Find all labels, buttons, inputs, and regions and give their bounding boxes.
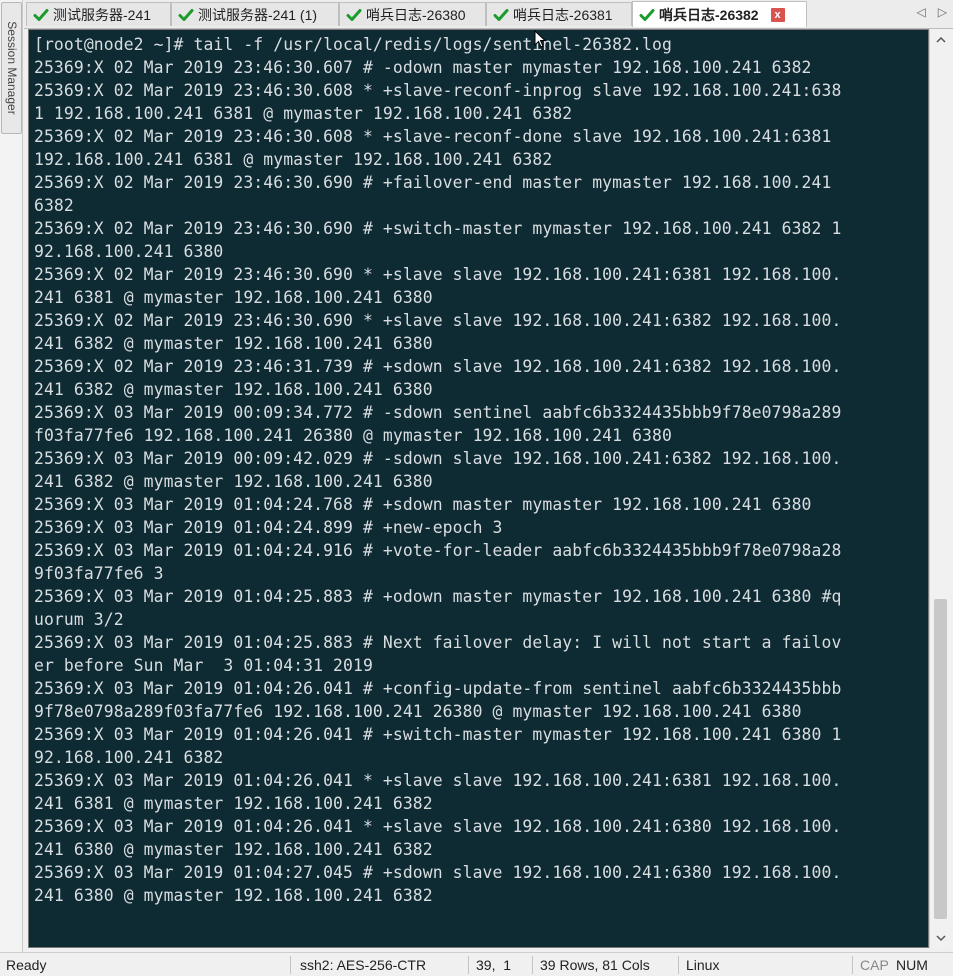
terminal-line: 25369:X 03 Mar 2019 01:04:24.899 # +new-… (34, 518, 503, 537)
tab-label: 哨兵日志-26381 (513, 6, 613, 23)
check-icon (639, 8, 655, 21)
terminal-line: 192.168.100.241 6381 @ mymaster 192.168.… (34, 150, 553, 169)
check-icon (178, 8, 194, 21)
status-caps-lock: CAP (860, 957, 889, 973)
terminal-line: 25369:X 03 Mar 2019 01:04:26.041 * +slav… (34, 817, 842, 836)
tab-sentinel-log-26382[interactable]: 哨兵日志-26382 x (632, 1, 807, 27)
status-num-lock: NUM (896, 957, 928, 973)
tab-next-icon[interactable]: ▷ (938, 5, 947, 19)
terminal-line: 1 192.168.100.241 6381 @ mymaster 192.16… (34, 104, 573, 123)
terminal-line: 25369:X 03 Mar 2019 01:04:26.041 * +slav… (34, 771, 842, 790)
terminal-line: 241 6382 @ mymaster 192.168.100.241 6380 (34, 472, 433, 491)
terminal-line: [root@node2 ~]# tail -f /usr/local/redis… (34, 35, 672, 54)
scroll-down-icon[interactable] (930, 928, 951, 948)
terminal-line: 25369:X 02 Mar 2019 23:46:31.739 # +sdow… (34, 357, 842, 376)
terminal-line: 241 6380 @ mymaster 192.168.100.241 6382 (34, 840, 433, 859)
terminal-line: 241 6380 @ mymaster 192.168.100.241 6382 (34, 886, 433, 905)
check-icon (346, 8, 362, 21)
terminal-output[interactable]: [root@node2 ~]# tail -f /usr/local/redis… (28, 29, 929, 948)
terminal-line: 6382 (34, 196, 74, 215)
terminal-line: 25369:X 03 Mar 2019 01:04:25.883 # Next … (34, 633, 842, 652)
status-cursor-position: 39, 1 (476, 957, 512, 973)
tab-sentinel-log-26380[interactable]: 哨兵日志-26380 (339, 2, 486, 26)
terminal-line: 9f03fa77fe6 3 (34, 564, 164, 583)
status-os: Linux (686, 957, 720, 973)
session-manager-strip: Session Manager (0, 0, 23, 952)
tab-test-server-241[interactable]: 测试服务器-241 (26, 2, 171, 26)
terminal-line: 25369:X 03 Mar 2019 01:04:24.916 # +vote… (34, 541, 842, 560)
tab-label: 哨兵日志-26380 (366, 6, 466, 23)
terminal-line: er before Sun Mar 3 01:04:31 2019 (34, 656, 373, 675)
status-ready: Ready (6, 957, 47, 973)
terminal-line: 241 6381 @ mymaster 192.168.100.241 6382 (34, 794, 433, 813)
status-terminal-size: 39 Rows, 81 Cols (540, 957, 650, 973)
tab-label: 哨兵日志-26382 (659, 6, 759, 23)
terminal-line: 25369:X 02 Mar 2019 23:46:30.608 * +slav… (34, 81, 842, 100)
terminal-line: 241 6381 @ mymaster 192.168.100.241 6380 (34, 288, 433, 307)
terminal-line: 25369:X 03 Mar 2019 01:04:27.045 # +sdow… (34, 863, 842, 882)
tab-sentinel-log-26381[interactable]: 哨兵日志-26381 (486, 2, 632, 26)
terminal-line: 25369:X 03 Mar 2019 01:04:26.041 # +conf… (34, 679, 842, 698)
terminal-line: 25369:X 02 Mar 2019 23:46:30.690 # +fail… (34, 173, 832, 192)
terminal-line: 25369:X 02 Mar 2019 23:46:30.690 * +slav… (34, 265, 842, 284)
terminal-line: 25369:X 03 Mar 2019 01:04:25.883 # +odow… (34, 587, 842, 606)
terminal-scrollbar[interactable] (929, 29, 951, 948)
tab-prev-icon[interactable]: ◁ (917, 5, 926, 19)
terminal-line: 25369:X 02 Mar 2019 23:46:30.690 * +slav… (34, 311, 842, 330)
session-manager-tab[interactable]: Session Manager (1, 2, 22, 134)
terminal-line: 25369:X 02 Mar 2019 23:46:30.608 * +slav… (34, 127, 832, 146)
terminal-line: 9f78e0798a289f03fa77fe6 192.168.100.241 … (34, 702, 802, 721)
terminal-text: [root@node2 ~]# tail -f /usr/local/redis… (29, 30, 928, 907)
scrollbar-thumb[interactable] (934, 599, 947, 919)
scroll-up-icon[interactable] (930, 29, 951, 49)
terminal-line: 92.168.100.241 6380 (34, 242, 224, 261)
check-icon (33, 8, 49, 21)
session-tab-bar: 测试服务器-241 测试服务器-241 (1) 哨兵日志-26380 哨兵日志-… (24, 0, 953, 29)
tab-test-server-241-1[interactable]: 测试服务器-241 (1) (171, 2, 339, 26)
check-icon (493, 8, 509, 21)
terminal-line: f03fa77fe6 192.168.100.241 26380 @ mymas… (34, 426, 672, 445)
terminal-line: 25369:X 03 Mar 2019 01:04:24.768 # +sdow… (34, 495, 812, 514)
status-cipher: ssh2: AES-256-CTR (300, 957, 427, 973)
tab-label: 测试服务器-241 (53, 6, 152, 23)
securecrt-window: Session Manager 测试服务器-241 测试服务器-241 (1) … (0, 0, 953, 976)
terminal-line: 25369:X 03 Mar 2019 00:09:42.029 # -sdow… (34, 449, 842, 468)
terminal-line: uorum 3/2 (34, 610, 124, 629)
terminal-line: 25369:X 03 Mar 2019 00:09:34.772 # -sdow… (34, 403, 842, 422)
terminal-line: 25369:X 03 Mar 2019 01:04:26.041 # +swit… (34, 725, 842, 744)
terminal-line: 25369:X 02 Mar 2019 23:46:30.690 # +swit… (34, 219, 842, 238)
terminal-line: 241 6382 @ mymaster 192.168.100.241 6380 (34, 380, 433, 399)
terminal-line: 92.168.100.241 6382 (34, 748, 224, 767)
close-tab-icon[interactable]: x (770, 7, 785, 22)
terminal-line: 241 6382 @ mymaster 192.168.100.241 6380 (34, 334, 433, 353)
tab-label: 测试服务器-241 (1) (198, 6, 318, 23)
mouse-cursor-icon (534, 30, 546, 48)
session-manager-label: Session Manager (4, 21, 19, 115)
tab-scroll-arrows: ◁ ▷ (917, 5, 947, 19)
status-bar: Ready ssh2: AES-256-CTR 39, 1 39 Rows, 8… (0, 952, 953, 976)
terminal-line: 25369:X 02 Mar 2019 23:46:30.607 # -odow… (34, 58, 812, 77)
